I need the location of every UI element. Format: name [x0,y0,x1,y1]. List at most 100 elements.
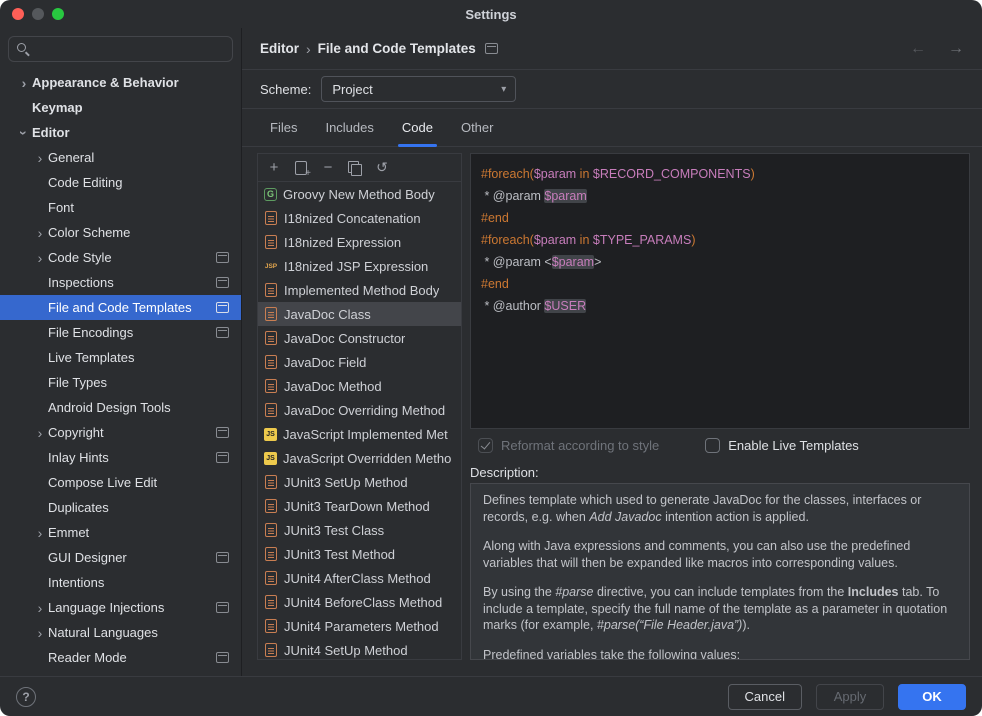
sidebar-item-label: Duplicates [48,500,109,515]
zoom-window-button[interactable] [52,8,64,20]
window-badge-icon [216,327,229,338]
sidebar-item-file-types[interactable]: File Types [0,370,241,395]
sidebar-item-keymap[interactable]: Keymap [0,95,241,120]
template-list-item-i18nized-jsp-expression[interactable]: JSPI18nized JSP Expression [258,254,461,278]
template-list-item-javascript-overridden-metho[interactable]: JSJavaScript Overridden Metho [258,446,461,470]
apply-button[interactable]: Apply [816,684,884,710]
forward-button[interactable]: → [948,40,964,58]
duplicate-template-icon[interactable] [346,159,364,177]
sidebar-item-natural-languages[interactable]: ›Natural Languages [0,620,241,645]
sidebar-item-label: Color Scheme [48,225,130,240]
chevron-right-icon[interactable]: › [32,425,48,441]
sidebar-item-android-design-tools[interactable]: Android Design Tools [0,395,241,420]
template-list-item-junit3-test-method[interactable]: JUnit3 Test Method [258,542,461,566]
sidebar-item-label: General [48,150,94,165]
chevron-right-icon[interactable]: › [32,225,48,241]
cancel-button[interactable]: Cancel [728,684,802,710]
help-button[interactable]: ? [16,687,36,707]
template-list-item-javadoc-constructor[interactable]: JavaDoc Constructor [258,326,461,350]
sidebar-item-code-editing[interactable]: Code Editing [0,170,241,195]
breadcrumb-editor[interactable]: Editor [260,41,299,56]
tab-other[interactable]: Other [455,109,500,146]
sidebar-item-editor[interactable]: ›Editor [0,120,241,145]
template-list-item-junit4-setup-method[interactable]: JUnit4 SetUp Method [258,638,461,659]
template-list-item-javadoc-overriding-method[interactable]: JavaDoc Overriding Method [258,398,461,422]
description-text: By using the [483,585,555,599]
sidebar-item-gui-designer[interactable]: GUI Designer [0,545,241,570]
js-template-icon: JS [264,428,277,441]
chevron-down-icon[interactable]: › [16,125,32,141]
sidebar-item-label: Compose Live Edit [48,475,157,490]
sidebar-item-code-style[interactable]: ›Code Style [0,245,241,270]
sidebar-item-emmet[interactable]: ›Emmet [0,520,241,545]
scheme-select[interactable]: Project ▾ [321,76,516,102]
window-badge-icon [485,43,498,54]
back-button[interactable]: ← [910,40,926,58]
sidebar-item-font[interactable]: Font [0,195,241,220]
template-list-item-junit4-beforeclass-method[interactable]: JUnit4 BeforeClass Method [258,590,461,614]
template-list-item-i18nized-expression[interactable]: I18nized Expression [258,230,461,254]
code-token: $param [544,189,586,203]
sidebar-item-copyright[interactable]: ›Copyright [0,420,241,445]
chevron-right-icon[interactable]: › [32,150,48,166]
add-template-icon[interactable] [265,159,283,177]
template-list-item-javadoc-field[interactable]: JavaDoc Field [258,350,461,374]
settings-main: Editor › File and Code Templates ← → Sch… [242,28,982,676]
template-list[interactable]: GGroovy New Method BodyI18nized Concaten… [258,182,461,659]
template-list-item-junit3-test-class[interactable]: JUnit3 Test Class [258,518,461,542]
reset-to-default-icon[interactable] [373,159,391,177]
tab-files[interactable]: Files [264,109,303,146]
dialog-footer: ? Cancel Apply OK [0,676,982,716]
footer-buttons: Cancel Apply OK [728,684,966,710]
template-list-item-junit3-setup-method[interactable]: JUnit3 SetUp Method [258,470,461,494]
breadcrumb-file-and-code-templates[interactable]: File and Code Templates [318,41,476,56]
close-window-button[interactable] [12,8,24,20]
chevron-right-icon[interactable]: › [32,600,48,616]
sidebar-item-inspections[interactable]: Inspections [0,270,241,295]
template-template-icon [264,523,278,537]
template-list-item-javadoc-class[interactable]: JavaDoc Class [258,302,461,326]
sidebar-item-color-scheme[interactable]: ›Color Scheme [0,220,241,245]
code-line: #end [481,207,969,229]
template-list-item-i18nized-concatenation[interactable]: I18nized Concatenation [258,206,461,230]
template-list-item-junit4-parameters-method[interactable]: JUnit4 Parameters Method [258,614,461,638]
description-text: ). [742,618,750,632]
template-list-item-junit3-teardown-method[interactable]: JUnit3 TearDown Method [258,494,461,518]
chevron-right-icon[interactable]: › [32,250,48,266]
sidebar-item-label: File Types [48,375,107,390]
enable-live-templates-checkbox[interactable]: Enable Live Templates [705,438,859,453]
settings-search-input[interactable] [8,36,233,62]
chevron-right-icon[interactable]: › [16,75,32,91]
sidebar-item-duplicates[interactable]: Duplicates [0,495,241,520]
sidebar-item-inlay-hints[interactable]: Inlay Hints [0,445,241,470]
sidebar-item-file-encodings[interactable]: File Encodings [0,320,241,345]
chevron-right-icon[interactable]: › [32,525,48,541]
template-template-icon [264,403,278,417]
breadcrumb-separator-icon: › [306,41,311,57]
tab-code[interactable]: Code [396,109,439,146]
sidebar-item-file-and-code-templates[interactable]: File and Code Templates [0,295,241,320]
template-list-item-javadoc-method[interactable]: JavaDoc Method [258,374,461,398]
template-list-item-groovy-new-method-body[interactable]: GGroovy New Method Body [258,182,461,206]
chevron-right-icon[interactable]: › [32,625,48,641]
template-editor[interactable]: #foreach($param in $RECORD_COMPONENTS) *… [470,153,970,429]
ok-button[interactable]: OK [898,684,966,710]
sidebar-item-live-templates[interactable]: Live Templates [0,345,241,370]
remove-template-icon[interactable] [319,159,337,177]
create-child-template-icon[interactable] [292,159,310,177]
template-list-item-javascript-implemented-met[interactable]: JSJavaScript Implemented Met [258,422,461,446]
reformat-checkbox[interactable]: Reformat according to style [478,438,659,453]
description-panel[interactable]: Defines template which used to generate … [470,483,970,660]
sidebar-item-reader-mode[interactable]: Reader Mode [0,645,241,670]
tab-includes[interactable]: Includes [319,109,379,146]
code-line: * @author $USER [481,295,969,317]
code-token: $param [534,167,576,181]
template-list-item-implemented-method-body[interactable]: Implemented Method Body [258,278,461,302]
sidebar-item-language-injections[interactable]: ›Language Injections [0,595,241,620]
sidebar-item-general[interactable]: ›General [0,145,241,170]
template-list-item-junit4-afterclass-method[interactable]: JUnit4 AfterClass Method [258,566,461,590]
sidebar-item-compose-live-edit[interactable]: Compose Live Edit [0,470,241,495]
sidebar-item-appearance-behavior[interactable]: ›Appearance & Behavior [0,70,241,95]
sidebar-item-intentions[interactable]: Intentions [0,570,241,595]
window-controls [12,8,64,20]
